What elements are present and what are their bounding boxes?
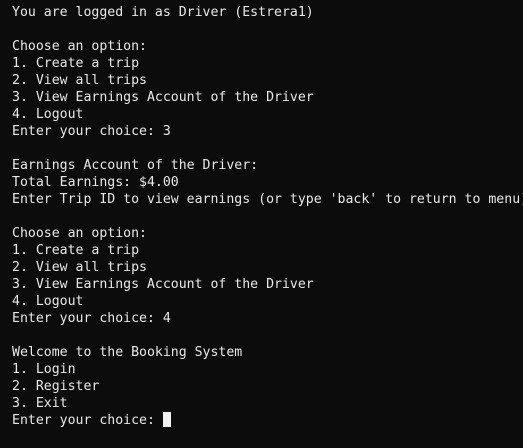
terminal-line-exit-option: 3. Exit xyxy=(12,396,68,411)
terminal-line-choice-entered: Enter your choice: 4 xyxy=(12,311,171,326)
terminal-prompt: Enter your choice: xyxy=(12,413,163,428)
terminal-line-menu-option-1: 1. Create a trip xyxy=(12,243,140,258)
terminal-line-trip-id-prompt: Enter Trip ID to view earnings (or type … xyxy=(12,192,523,207)
terminal-line-menu-option-2: 2. View all trips xyxy=(12,260,147,275)
terminal-cursor[interactable] xyxy=(162,412,171,427)
terminal-line-login-option: 1. Login xyxy=(12,362,76,377)
terminal-line-menu-option-4: 4. Logout xyxy=(12,294,84,309)
terminal-line-menu-option-1: 1. Create a trip xyxy=(12,56,140,71)
terminal-line-menu-heading: Choose an option: xyxy=(12,226,147,241)
terminal-line-menu-option-3: 3. View Earnings Account of the Driver xyxy=(12,90,314,105)
terminal-line-earnings-heading: Earnings Account of the Driver: xyxy=(12,158,259,173)
terminal-line-register-option: 2. Register xyxy=(12,379,100,394)
terminal-window[interactable]: You are logged in as Driver (Estrera1) C… xyxy=(0,0,523,448)
terminal-line-total-earnings: Total Earnings: $4.00 xyxy=(12,175,179,190)
terminal-line-menu-option-3: 3. View Earnings Account of the Driver xyxy=(12,277,314,292)
terminal-input-line[interactable]: Enter your choice: xyxy=(12,412,523,429)
terminal-line-menu-heading: Choose an option: xyxy=(12,39,147,54)
terminal-line-choice-entered: Enter your choice: 3 xyxy=(12,124,171,139)
terminal-line-menu-option-4: 4. Logout xyxy=(12,107,84,122)
terminal-line-logged-in: You are logged in as Driver (Estrera1) xyxy=(12,5,314,20)
terminal-line-welcome: Welcome to the Booking System xyxy=(12,345,243,360)
terminal-line-menu-option-2: 2. View all trips xyxy=(12,73,147,88)
